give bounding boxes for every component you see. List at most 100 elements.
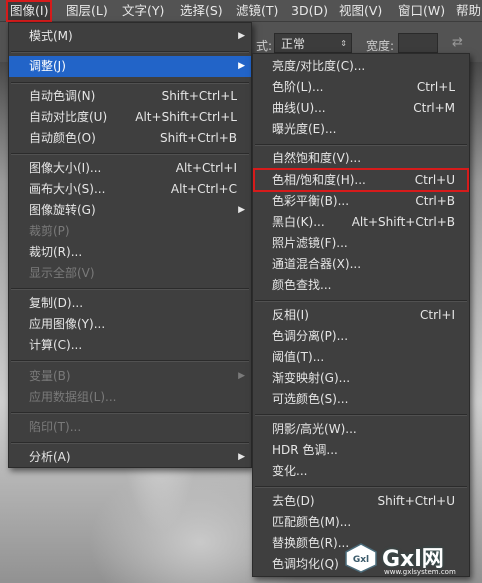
menu-type[interactable]: 文字(Y) bbox=[122, 0, 164, 22]
width-label: 宽度: bbox=[366, 39, 395, 53]
menu-item-label: 计算(C)... bbox=[29, 338, 83, 352]
submenu-arrow-icon: ▶ bbox=[238, 371, 245, 381]
menu-layer[interactable]: 图层(L) bbox=[66, 0, 108, 22]
menu-item-invert[interactable]: 反相(I) Ctrl+I bbox=[253, 305, 469, 326]
menu-item-duplicate[interactable]: 复制(D)... bbox=[9, 293, 251, 314]
menu-item-auto-contrast[interactable]: 自动对比度(U) Alt+Shift+Ctrl+L bbox=[9, 107, 251, 128]
menu-separator bbox=[11, 82, 249, 84]
menu-item-label: 自然饱和度(V)... bbox=[272, 151, 362, 165]
menu-item-label: 阈值(T)... bbox=[272, 350, 325, 364]
menu-item-label: 自动颜色(O) bbox=[29, 131, 96, 145]
menu-item-label: 色调均化(Q) bbox=[272, 557, 339, 571]
menu-item-label: 可选颜色(S)... bbox=[272, 392, 349, 406]
menu-item-auto-color[interactable]: 自动颜色(O) Shift+Ctrl+B bbox=[9, 128, 251, 149]
menu-item-gradient-map[interactable]: 渐变映射(G)... bbox=[253, 368, 469, 389]
menu-item-exposure[interactable]: 曝光度(E)... bbox=[253, 119, 469, 140]
menu-item-brightness-contrast[interactable]: 亮度/对比度(C)... bbox=[253, 56, 469, 77]
menu-item-label: 匹配颜色(M)... bbox=[272, 515, 352, 529]
submenu-arrow-icon: ▶ bbox=[238, 31, 245, 41]
watermark: Gxl Gxl网 www.gxlsystem.com bbox=[340, 537, 478, 579]
menu-separator bbox=[11, 288, 249, 290]
menu-item-shortcut: Alt+Ctrl+I bbox=[175, 161, 237, 175]
menu-item-label: 照片滤镜(F)... bbox=[272, 236, 348, 250]
menu-item-color-lookup[interactable]: 颜色查找... bbox=[253, 275, 469, 296]
menu-item-shortcut: Ctrl+I bbox=[420, 308, 455, 322]
menu-item-label: 阴影/高光(W)... bbox=[272, 422, 357, 436]
menu-item-channel-mixer[interactable]: 通道混合器(X)... bbox=[253, 254, 469, 275]
menu-separator bbox=[11, 442, 249, 444]
menu-item-label: 去色(D) bbox=[272, 494, 315, 508]
menu-item-label: 色彩平衡(B)... bbox=[272, 194, 350, 208]
menu-item-color-balance[interactable]: 色彩平衡(B)... Ctrl+B bbox=[253, 191, 469, 212]
menu-separator bbox=[255, 414, 467, 416]
watermark-logo-text: Gxl bbox=[353, 555, 369, 565]
menu-3d[interactable]: 3D(D) bbox=[291, 0, 328, 22]
menu-item-analysis[interactable]: 分析(A) ▶ bbox=[9, 447, 251, 468]
menu-item-levels[interactable]: 色阶(L)... Ctrl+L bbox=[253, 77, 469, 98]
menu-item-match-color[interactable]: 匹配颜色(M)... bbox=[253, 512, 469, 533]
menu-filter[interactable]: 滤镜(T) bbox=[236, 0, 278, 22]
submenu-arrow-icon: ▶ bbox=[238, 205, 245, 215]
menu-view[interactable]: 视图(V) bbox=[339, 0, 382, 22]
menu-item-adjustments[interactable]: 调整(J) ▶ bbox=[9, 56, 251, 77]
menu-item-hue-saturation[interactable]: 色相/饱和度(H)... Ctrl+U bbox=[253, 168, 469, 192]
menu-item-label: 应用数据组(L)... bbox=[29, 390, 117, 404]
menu-item-photo-filter[interactable]: 照片滤镜(F)... bbox=[253, 233, 469, 254]
menu-item-label: 变量(B) bbox=[29, 369, 71, 383]
menu-item-label: 颜色查找... bbox=[272, 278, 332, 292]
menu-item-label: 复制(D)... bbox=[29, 296, 84, 310]
menu-item-label: 调整(J) bbox=[29, 59, 66, 73]
menu-item-shortcut: Ctrl+B bbox=[415, 194, 455, 208]
menu-item-image-rotation[interactable]: 图像旋转(G) ▶ bbox=[9, 200, 251, 221]
menu-item-apply-data-set: 应用数据组(L)... bbox=[9, 387, 251, 408]
blend-mode-select[interactable]: 正常 ⇕ bbox=[274, 33, 352, 53]
menu-item-desaturate[interactable]: 去色(D) Shift+Ctrl+U bbox=[253, 491, 469, 512]
menu-window[interactable]: 窗口(W) bbox=[398, 0, 445, 22]
menu-item-variations[interactable]: 变化... bbox=[253, 461, 469, 482]
menu-item-label: 渐变映射(G)... bbox=[272, 371, 351, 385]
menu-item-label: 画布大小(S)... bbox=[29, 182, 106, 196]
menu-item-apply-image[interactable]: 应用图像(Y)... bbox=[9, 314, 251, 335]
menu-item-shortcut: Alt+Shift+Ctrl+B bbox=[351, 215, 455, 229]
chevron-updown-icon: ⇕ bbox=[340, 39, 347, 48]
menu-item-shortcut: Ctrl+L bbox=[416, 80, 455, 94]
watermark-logo-icon: Gxl bbox=[345, 543, 377, 573]
menu-item-hdr-toning[interactable]: HDR 色调... bbox=[253, 440, 469, 461]
menu-item-image-size[interactable]: 图像大小(I)... Alt+Ctrl+I bbox=[9, 158, 251, 179]
menu-separator bbox=[11, 360, 249, 362]
width-input[interactable] bbox=[398, 33, 438, 53]
menu-item-shortcut: Alt+Ctrl+C bbox=[170, 182, 237, 196]
menu-item-label: 图像大小(I)... bbox=[29, 161, 102, 175]
menu-item-threshold[interactable]: 阈值(T)... bbox=[253, 347, 469, 368]
menu-item-curves[interactable]: 曲线(U)... Ctrl+M bbox=[253, 98, 469, 119]
menu-item-trap: 陷印(T)... bbox=[9, 417, 251, 438]
menu-item-trim[interactable]: 裁切(R)... bbox=[9, 242, 251, 263]
menu-item-posterize[interactable]: 色调分离(P)... bbox=[253, 326, 469, 347]
menu-item-auto-tone[interactable]: 自动色调(N) Shift+Ctrl+L bbox=[9, 86, 251, 107]
menu-item-crop: 裁剪(P) bbox=[9, 221, 251, 242]
menu-item-mode[interactable]: 模式(M) ▶ bbox=[9, 26, 251, 47]
menu-item-label: HDR 色调... bbox=[272, 443, 338, 457]
menu-item-label: 自动对比度(U) bbox=[29, 110, 108, 124]
menu-image[interactable]: 图像(I) bbox=[6, 0, 53, 22]
menu-item-label: 应用图像(Y)... bbox=[29, 317, 106, 331]
menu-item-shortcut: Shift+Ctrl+L bbox=[161, 89, 237, 103]
menu-item-label: 裁切(R)... bbox=[29, 245, 83, 259]
menu-help[interactable]: 帮助 bbox=[456, 0, 481, 22]
menu-item-selective-color[interactable]: 可选颜色(S)... bbox=[253, 389, 469, 410]
menu-item-label: 亮度/对比度(C)... bbox=[272, 59, 366, 73]
menu-item-label: 通道混合器(X)... bbox=[272, 257, 362, 271]
menu-item-label: 变化... bbox=[272, 464, 308, 478]
menu-item-vibrance[interactable]: 自然饱和度(V)... bbox=[253, 148, 469, 169]
menu-item-shadows-highlights[interactable]: 阴影/高光(W)... bbox=[253, 419, 469, 440]
menu-item-black-white[interactable]: 黑白(K)... Alt+Shift+Ctrl+B bbox=[253, 212, 469, 233]
menu-item-reveal-all: 显示全部(V) bbox=[9, 263, 251, 284]
menu-item-label: 曝光度(E)... bbox=[272, 122, 337, 136]
menu-separator bbox=[255, 300, 467, 302]
menu-item-shortcut: Alt+Shift+Ctrl+L bbox=[135, 110, 237, 124]
menu-select[interactable]: 选择(S) bbox=[180, 0, 223, 22]
menu-item-canvas-size[interactable]: 画布大小(S)... Alt+Ctrl+C bbox=[9, 179, 251, 200]
menu-item-calculations[interactable]: 计算(C)... bbox=[9, 335, 251, 356]
image-menu: 模式(M) ▶ 调整(J) ▶ 自动色调(N) Shift+Ctrl+L 自动对… bbox=[8, 22, 252, 468]
swap-icon[interactable]: ⇄ bbox=[452, 35, 463, 50]
